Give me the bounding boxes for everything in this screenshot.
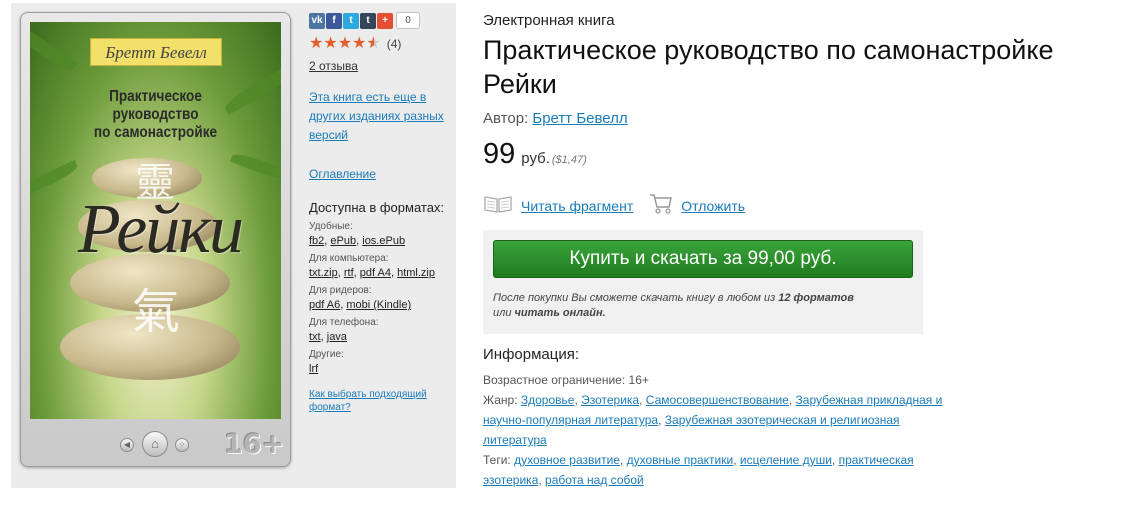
leaf-decoration (30, 23, 78, 75)
format-links: txt.zip, rtf, pdf A4, html.zip (309, 267, 435, 279)
actions-row: Читать фрагмент Отложить (483, 193, 1113, 218)
other-editions-link[interactable]: Эта книга есть еще в других изданиях раз… (309, 88, 449, 145)
age-rating-badge: 16+ (224, 429, 285, 460)
format-link[interactable]: ePub (330, 235, 356, 247)
format-link[interactable]: txt (309, 331, 321, 343)
star-icon[interactable]: ★ (352, 35, 366, 52)
price-row: 99 руб. ($1,47) (483, 138, 1113, 171)
format-group-label: Другие: (309, 349, 344, 360)
format-link[interactable]: mobi (Kindle) (346, 299, 411, 311)
tumblr-icon[interactable]: t (360, 12, 376, 29)
book-title: Практическое руководство по самонастройк… (483, 35, 1054, 99)
postpone-link[interactable]: Отложить (681, 198, 745, 214)
rating-stars[interactable]: ★★★★★ (309, 35, 381, 52)
info-heading: Информация: (483, 346, 580, 363)
tag-link[interactable]: работа над собой (545, 473, 644, 487)
cart-icon (649, 193, 673, 218)
star-icon[interactable]: ★ (366, 35, 380, 52)
reviews-link[interactable]: 2 отзыва (309, 59, 449, 73)
author-link[interactable]: Бретт Бевелл (532, 110, 627, 127)
format-link[interactable]: fb2 (309, 235, 324, 247)
author-label: Автор: (483, 110, 529, 127)
cover-title: Практическое руководство по самонастройк… (93, 88, 218, 141)
cover-author: Бретт Бевелл (90, 38, 222, 66)
ereader-frame: Бретт Бевелл Практическое руководство по… (20, 12, 291, 467)
format-link[interactable]: lrf (309, 363, 318, 375)
format-link[interactable]: java (327, 331, 347, 343)
kanji-ki: 氣 (132, 284, 181, 340)
buy-download-button[interactable]: Купить и скачать за 99,00 руб. (493, 240, 913, 278)
product-type: Электронная книга (483, 12, 615, 29)
star-icon[interactable]: ★ (338, 35, 352, 52)
format-links: txt, java (309, 331, 347, 343)
format-link[interactable]: html.zip (397, 267, 435, 279)
read-fragment-link[interactable]: Читать фрагмент (521, 198, 633, 214)
tag-link[interactable]: духовное развитие (514, 453, 620, 467)
toc-link[interactable]: Оглавление (309, 165, 449, 184)
menu-icon[interactable]: ⁘ (175, 438, 189, 452)
book-sidebar: vk f t t +0 ★★★★★ (4) 2 отзыва Эта книга ест… (309, 12, 449, 414)
twitter-icon[interactable]: t (343, 12, 359, 29)
price-unit: руб. (521, 150, 550, 167)
leaf-decoration (230, 150, 281, 186)
format-group-label: Для телефона: (309, 317, 379, 328)
format-link[interactable]: rtf (344, 267, 354, 279)
genre-list: Жанр: Здоровье, Эзотерика, Самосовершенс… (483, 393, 943, 447)
genre-link[interactable]: Самосовершенствование (646, 393, 789, 407)
tag-list: Теги: духовное развитие, духовные практи… (483, 453, 914, 487)
book-open-icon (483, 194, 513, 217)
price-value: 99 (483, 138, 516, 170)
prev-page-icon[interactable]: ◀ (120, 438, 134, 452)
plus-icon[interactable]: + (377, 12, 393, 29)
facebook-icon[interactable]: f (326, 12, 342, 29)
rating: ★★★★★ (4) (309, 35, 449, 52)
share-bar: vk f t t +0 (309, 12, 449, 29)
book-details: Электронная книга Практическое руководст… (483, 12, 1113, 490)
format-group-label: Для компьютера: (309, 253, 389, 264)
choose-format-link[interactable]: Как выбрать подходящий формат? (309, 388, 449, 414)
tag-label: Теги: (483, 453, 515, 467)
format-group-label: Удобные: (309, 221, 353, 232)
star-icon[interactable]: ★ (309, 35, 323, 52)
share-count: 0 (396, 12, 420, 29)
formats-heading: Доступна в форматах: (309, 200, 445, 215)
buy-box: Купить и скачать за 99,00 руб. После пок… (483, 230, 923, 334)
author-row: Автор: Бретт Бевелл (483, 110, 1113, 127)
genre-link[interactable]: Эзотерика (581, 393, 639, 407)
format-link[interactable]: txt.zip (309, 267, 338, 279)
vk-icon[interactable]: vk (309, 12, 325, 29)
home-icon[interactable]: ⌂ (142, 431, 168, 457)
buy-note: После покупки Вы сможете скачать книгу в… (493, 292, 854, 319)
tag-link[interactable]: исцеление души (740, 453, 832, 467)
ereader-controls: ◀ ⌂ ⁘ 16+ (21, 427, 292, 463)
format-links: pdf A6, mobi (Kindle) (309, 299, 412, 311)
format-link[interactable]: pdf A4 (360, 267, 391, 279)
genre-label: Жанр: (483, 393, 521, 407)
age-restriction: Возрастное ограничение: 16+ (483, 373, 649, 387)
tag-link[interactable]: духовные практики (627, 453, 734, 467)
format-groups: Удобные: fb2, ePub, ios.ePub Для компьютер… (309, 221, 449, 376)
rating-count: (4) (386, 36, 402, 51)
price-usd: ($1,47) (551, 154, 587, 166)
format-link[interactable]: pdf A6 (309, 299, 340, 311)
format-links: lrf (309, 362, 449, 376)
format-links: fb2, ePub, ios.ePub (309, 235, 406, 247)
book-cover[interactable]: Бретт Бевелл Практическое руководство по… (30, 22, 281, 419)
format-link[interactable]: ios.ePub (362, 235, 405, 247)
star-icon[interactable]: ★ (323, 35, 337, 52)
genre-link[interactable]: Здоровье (521, 393, 575, 407)
format-group-label: Для ридеров: (309, 285, 372, 296)
cover-big-title: Рейки (77, 191, 244, 268)
